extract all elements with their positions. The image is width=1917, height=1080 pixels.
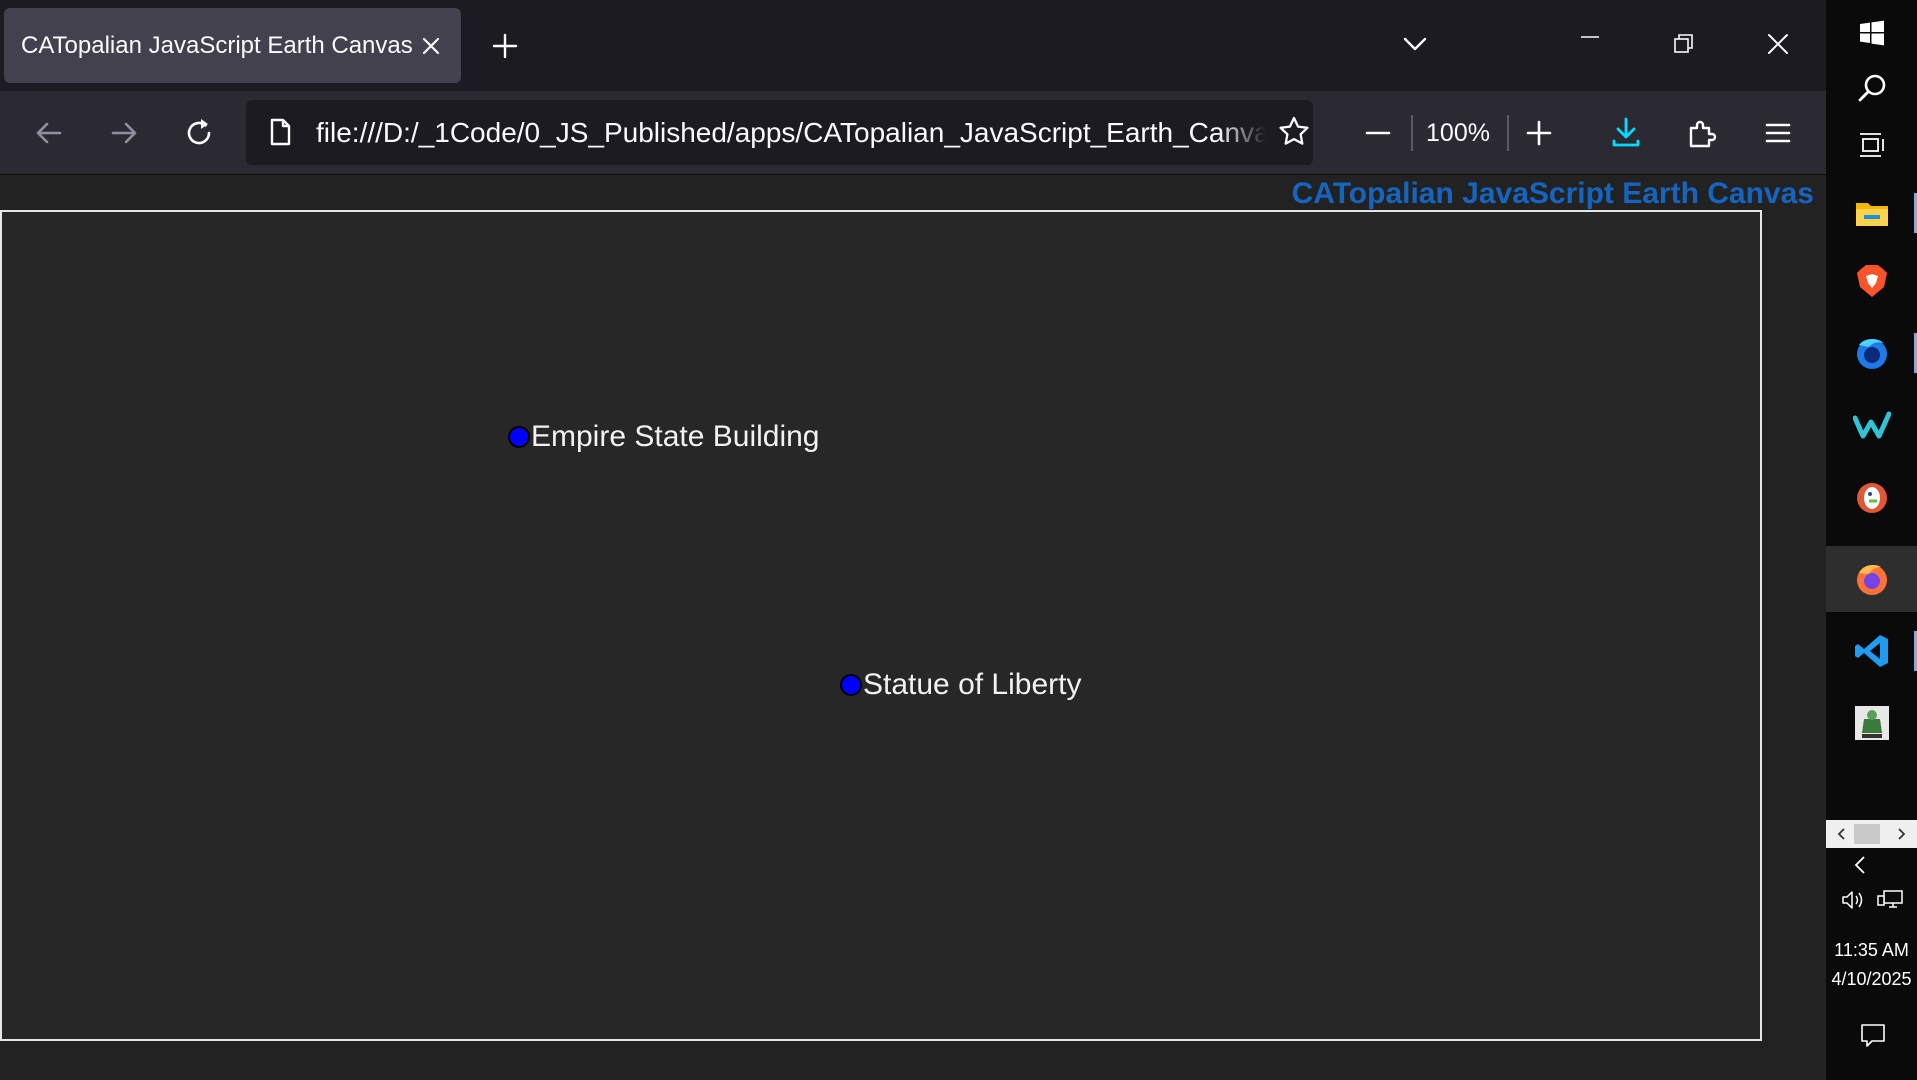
forward-button[interactable] [102,111,146,155]
tab-title: CATopalian JavaScript Earth Canvas [21,32,413,59]
taskbar-duckduckgo[interactable] [1826,465,1917,531]
search-icon [1858,74,1885,102]
back-button[interactable] [27,111,71,155]
scroll-right-button[interactable] [1887,820,1915,848]
windows-taskbar: 11:35 AM 4/10/2025 [1826,0,1917,1080]
map-marker[interactable]: Empire State Building [508,420,820,454]
file-explorer-icon [1855,203,1888,226]
back-arrow-icon [36,122,62,144]
address-bar[interactable]: file:///D:/_1Code/0_JS_Published/apps/CA… [246,100,1313,165]
task-view-button[interactable] [1826,112,1917,178]
zoom-level[interactable]: 100% [1413,111,1503,155]
navigation-toolbar: file:///D:/_1Code/0_JS_Published/apps/CA… [0,91,1826,175]
earth-canvas[interactable]: Empire State Building Statue of Liberty [0,210,1762,1041]
browser-window: CATopalian JavaScript Earth Canvas file:… [0,0,1826,1080]
tab-strip: CATopalian JavaScript Earth Canvas [0,0,1826,91]
zoom-in-button[interactable] [1517,111,1561,155]
chevron-left-icon[interactable] [1848,852,1874,878]
page-icon [270,118,291,146]
taskbar-brave[interactable] [1826,248,1917,314]
close-icon[interactable] [1758,24,1798,64]
chevron-right-icon [1898,828,1906,840]
chevron-down-icon[interactable] [1395,24,1435,64]
minus-icon [1365,131,1391,135]
duckduckgo-icon [1856,483,1887,513]
close-tab-icon[interactable] [411,26,451,66]
marker-label: Statue of Liberty [863,668,1082,701]
download-icon [1612,117,1640,147]
map-marker[interactable]: Statue of Liberty [840,668,1081,702]
minimize-icon[interactable] [1570,24,1610,64]
marker-dot [840,674,862,696]
scroll-left-button[interactable] [1828,820,1856,848]
volume-icon[interactable] [1840,888,1866,912]
taskbar-file-explorer[interactable] [1826,180,1917,246]
toolbar-separator [1507,115,1509,151]
browser-tab[interactable]: CATopalian JavaScript Earth Canvas [4,8,461,83]
clock-date[interactable]: 4/10/2025 [1826,969,1917,990]
zoom-out-button[interactable] [1356,111,1400,155]
page-title: CATopalian JavaScript Earth Canvas [1291,177,1814,210]
windows-start-icon [1859,20,1884,46]
plus-icon [1526,120,1552,146]
windsurf-icon [1852,411,1891,439]
brave-icon [1856,265,1887,297]
marker-label: Empire State Building [531,420,820,453]
taskbar-firefox-developer[interactable] [1826,320,1917,386]
reload-button[interactable] [177,111,221,155]
firefox-developer-icon [1856,339,1887,369]
url-text[interactable]: file:///D:/_1Code/0_JS_Published/apps/CA… [316,100,1266,165]
extensions-button[interactable] [1680,111,1724,155]
taskbar-vscode[interactable] [1826,618,1917,684]
plus-icon[interactable] [485,26,525,66]
chevron-left-icon [1837,828,1845,840]
network-icon[interactable] [1876,888,1904,912]
taskbar-scrollbar[interactable] [1826,820,1917,848]
downloads-button[interactable] [1604,111,1648,155]
notification-icon[interactable] [1859,1021,1887,1049]
reload-icon [187,119,211,145]
scroll-thumb[interactable] [1854,824,1880,844]
taskbar-windsurf[interactable] [1826,393,1917,459]
hamburger-menu-icon [1765,123,1791,143]
firefox-icon [1856,565,1887,595]
puzzle-icon [1689,120,1717,148]
clock-time[interactable]: 11:35 AM [1826,940,1917,961]
taskbar-app[interactable] [1826,690,1917,756]
taskbar-firefox[interactable] [1826,546,1917,612]
app-menu-button[interactable] [1756,111,1800,155]
vscode-icon [1854,635,1888,667]
task-view-icon [1859,133,1884,157]
page-viewport: CATopalian JavaScript Earth Canvas Empir… [0,175,1826,1080]
restore-icon[interactable] [1664,24,1704,64]
marker-dot [508,426,530,448]
forward-arrow-icon [111,122,137,144]
star-icon[interactable] [1276,114,1312,150]
app-icon [1854,706,1889,740]
